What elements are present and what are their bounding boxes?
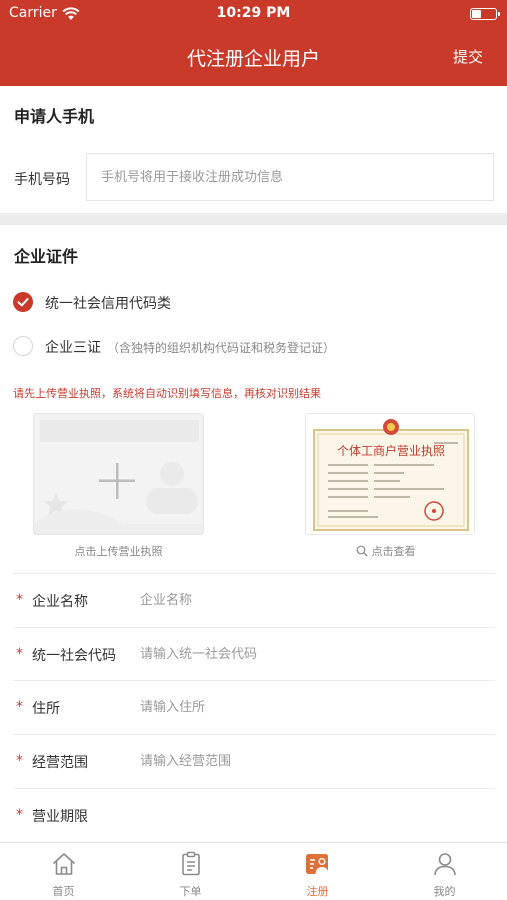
tab-bar: 首页 下单 注册 我的 (0, 842, 507, 900)
address-input[interactable] (140, 691, 480, 723)
sample-caption: 点击查看 (371, 545, 416, 558)
company-name-label: 企业名称 (32, 594, 88, 610)
home-icon (52, 853, 75, 875)
phone-input[interactable] (86, 153, 494, 201)
upload-notice: 请先上传营业执照，系统将自动识别填写信息，再核对识别结果 (13, 387, 321, 400)
company-name-input[interactable] (140, 584, 480, 616)
tab-mine[interactable]: 我的 (381, 843, 507, 900)
plus-icon-horizontal (99, 479, 135, 482)
submit-button[interactable]: 提交 (453, 46, 483, 67)
required-mark: * (16, 699, 23, 715)
tab-order[interactable]: 下单 (127, 843, 254, 900)
required-mark: * (16, 646, 23, 662)
form-row-business-scope: * 经营范围 (13, 734, 495, 788)
upload-caption[interactable]: 点击上传营业执照 (33, 543, 204, 559)
tab-order-label: 下单 (179, 885, 202, 898)
nav-bar: 代注册企业用户 提交 (0, 28, 507, 86)
credit-code-input[interactable] (140, 638, 480, 670)
business-license-sample (306, 414, 474, 534)
form-row-address: * 住所 (13, 680, 495, 734)
search-icon (356, 545, 368, 557)
upload-license-button[interactable] (33, 413, 204, 535)
status-time: 10:29 PM (216, 5, 291, 21)
required-mark: * (16, 592, 23, 608)
check-icon (17, 298, 29, 307)
tab-home-label: 首页 (52, 885, 75, 898)
required-mark: * (16, 807, 23, 823)
business-scope-input[interactable] (140, 745, 480, 777)
tab-mine-label: 我的 (433, 885, 456, 898)
radio-three-certificates[interactable] (13, 336, 33, 356)
phone-label: 手机号码 (14, 172, 70, 188)
address-label: 住所 (32, 701, 60, 717)
business-term-label: 营业期限 (32, 809, 88, 825)
register-icon (305, 854, 328, 874)
required-mark: * (16, 753, 23, 769)
tab-register-label: 注册 (306, 885, 329, 898)
sample-view-link[interactable]: 点击查看 (356, 543, 416, 559)
tab-register[interactable]: 注册 (254, 843, 381, 900)
page-title: 代注册企业用户 (186, 48, 320, 70)
radio-unified-credit-code[interactable] (13, 292, 33, 312)
section-divider (0, 213, 507, 225)
user-icon (433, 853, 456, 876)
form-row-company-name: * 企业名称 (13, 573, 495, 627)
radio-label-three-certificates[interactable]: 企业三证 （含独特的组织机构代码证和税务登记证） (45, 337, 335, 357)
applicant-section-title: 申请人手机 (14, 107, 95, 126)
radio-label-unified-credit-code[interactable]: 统一社会信用代码类 (45, 293, 171, 313)
radio-note-three-certificates: （含独特的组织机构代码证和税务登记证） (107, 341, 336, 355)
status-bar: Carrier 10:29 PM (0, 0, 507, 28)
sample-license-image[interactable]: 个体工商户营业执照 (305, 413, 475, 535)
certificate-section-title: 企业证件 (14, 247, 79, 266)
tab-home[interactable]: 首页 (0, 843, 127, 900)
license-placeholder-image (34, 414, 203, 534)
form-row-business-term: * 营业期限 (13, 788, 495, 842)
order-icon (181, 851, 200, 876)
business-scope-label: 经营范围 (32, 755, 88, 771)
battery-icon (470, 8, 500, 20)
sample-license-title: 个体工商户营业执照 (336, 444, 445, 458)
radio-label-three-certificates-text: 企业三证 (45, 340, 101, 356)
credit-code-label: 统一社会代码 (32, 648, 116, 664)
form-row-credit-code: * 统一社会代码 (13, 627, 495, 681)
